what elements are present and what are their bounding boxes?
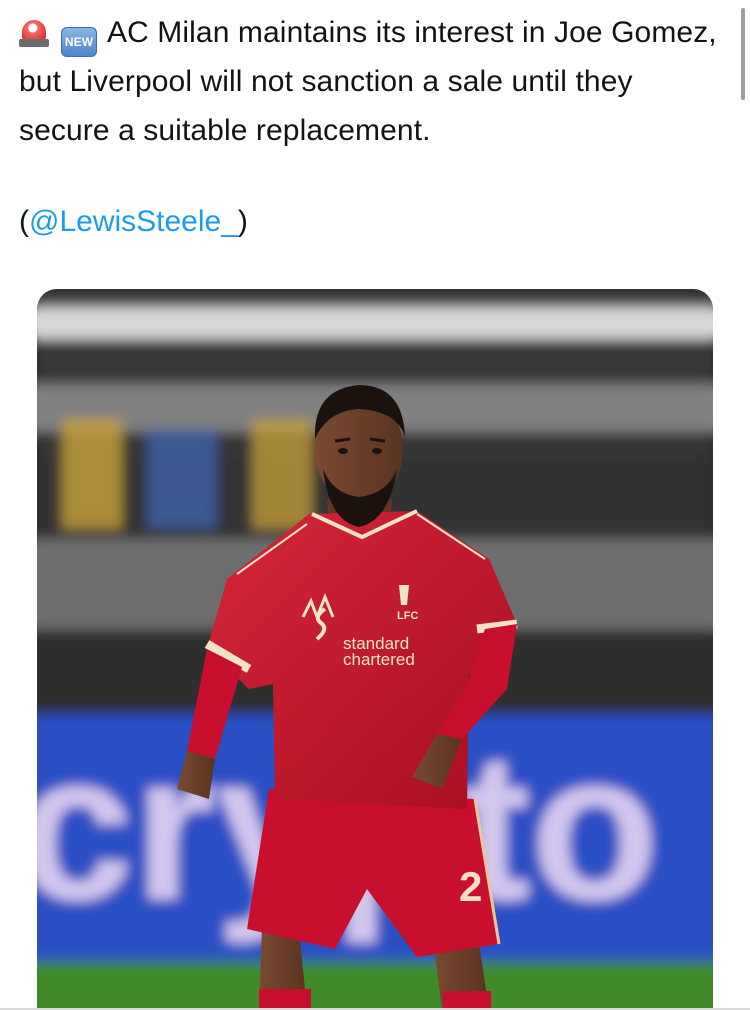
svg-text:chartered: chartered (343, 650, 415, 669)
tweet-source: (@LewisSteele_) (19, 200, 248, 244)
new-button-icon: NEW (61, 27, 97, 57)
tweet-text: NEW AC Milan maintains its interest in Jo… (19, 8, 719, 155)
scrollbar[interactable] (741, 8, 745, 100)
tweet-photo[interactable]: crypto 2 (37, 289, 713, 1010)
source-open-paren: ( (19, 205, 29, 238)
source-handle-link[interactable]: @LewisSteele_ (29, 205, 238, 238)
source-close-paren: ) (237, 205, 248, 238)
tweet-body: AC Milan maintains its interest in Joe G… (19, 16, 717, 147)
police-car-light-icon (19, 16, 49, 48)
svg-text:LFC: LFC (397, 610, 418, 622)
svg-text:2: 2 (459, 863, 482, 910)
